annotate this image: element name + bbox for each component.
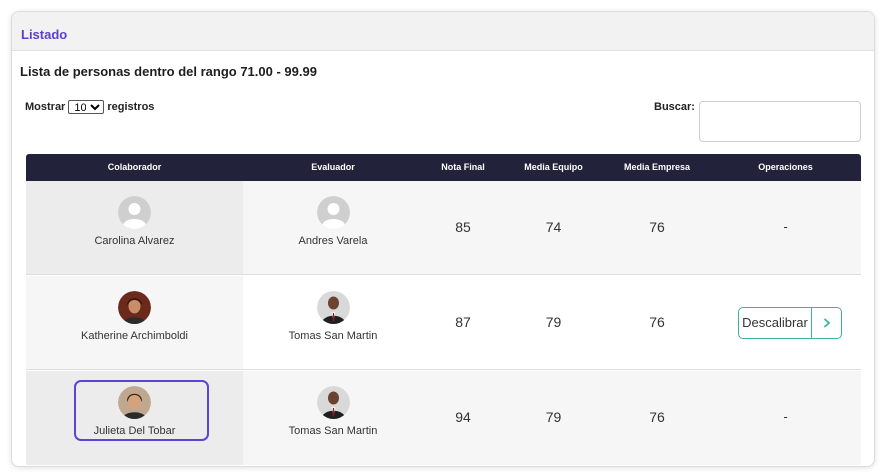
header-evaluador[interactable]: Evaluador [243,154,423,181]
list-title: Lista de personas dentro del rango 71.00… [20,64,317,79]
nota-final-cell: 85 [455,219,471,235]
operaciones-empty: - [783,219,788,234]
colaborador-cell: Katherine Archimboldi [26,276,243,369]
woman-photo [118,386,151,419]
length-suffix-label: registros [107,101,155,113]
search-input[interactable] [699,101,861,142]
header-operaciones[interactable]: Operaciones [710,154,861,181]
man-in-suit-photo [317,291,350,324]
listado-panel: Listado Lista de personas dentro del ran… [11,11,875,467]
table-header: Colaborador Evaluador Nota Final Media E… [26,154,861,181]
media-empresa-cell: 76 [649,314,665,330]
chevron-right-icon[interactable] [812,308,842,338]
colaborador-name: Carolina Alvarez [94,235,175,247]
evaluador-name: Tomas San Martin [288,425,378,437]
media-empresa-cell: 76 [649,219,665,235]
header-media-empresa[interactable]: Media Empresa [604,154,710,181]
evaluador-cell: Tomas San Martin [243,276,423,369]
woman-photo [118,291,151,324]
media-equipo-cell: 79 [545,409,562,425]
panel-title: Listado [21,27,68,42]
evaluador-cell: Tomas San Martin [243,371,423,465]
header-media-equipo[interactable]: Media Equipo [503,154,604,181]
colaborador-cell: Julieta Del Tobar [26,371,243,465]
colaborador-cell: Carolina Alvarez [26,181,243,274]
page-length-control: Mostrar 10 registros [25,100,154,114]
media-equipo-cell: 74 [545,219,562,235]
search-label: Buscar: [654,101,695,113]
default-avatar-icon [118,196,151,229]
table-row: Carolina Alvarez Andres Varela 85 74 76 … [26,181,861,275]
default-avatar-icon [317,196,350,229]
nota-final-cell: 94 [455,409,471,425]
header-nota-final[interactable]: Nota Final [423,154,503,181]
length-prefix-label: Mostrar [25,101,66,113]
media-empresa-cell: 76 [649,409,665,425]
nota-final-cell: 87 [455,314,471,330]
table-row: Julieta Del Tobar Tomas San Martin 94 79… [26,371,861,465]
descalibrar-label: Descalibrar [742,315,808,330]
colaborador-name: Julieta Del Tobar [93,425,176,437]
operaciones-empty: - [783,409,788,424]
page-length-select[interactable]: 10 [68,100,105,114]
results-table: Colaborador Evaluador Nota Final Media E… [26,154,861,466]
evaluador-cell: Andres Varela [243,181,423,274]
evaluador-name: Andres Varela [298,235,368,247]
colaborador-name: Katherine Archimboldi [80,330,188,342]
descalibrar-button[interactable]: Descalibrar [738,307,842,339]
evaluador-name: Tomas San Martin [288,330,378,342]
panel-header: Listado [12,12,874,51]
man-in-suit-photo [317,386,350,419]
table-row: Katherine Archimboldi Tomas San Martin 8… [26,276,861,370]
header-colaborador[interactable]: Colaborador [26,154,243,181]
media-equipo-cell: 79 [545,314,562,330]
